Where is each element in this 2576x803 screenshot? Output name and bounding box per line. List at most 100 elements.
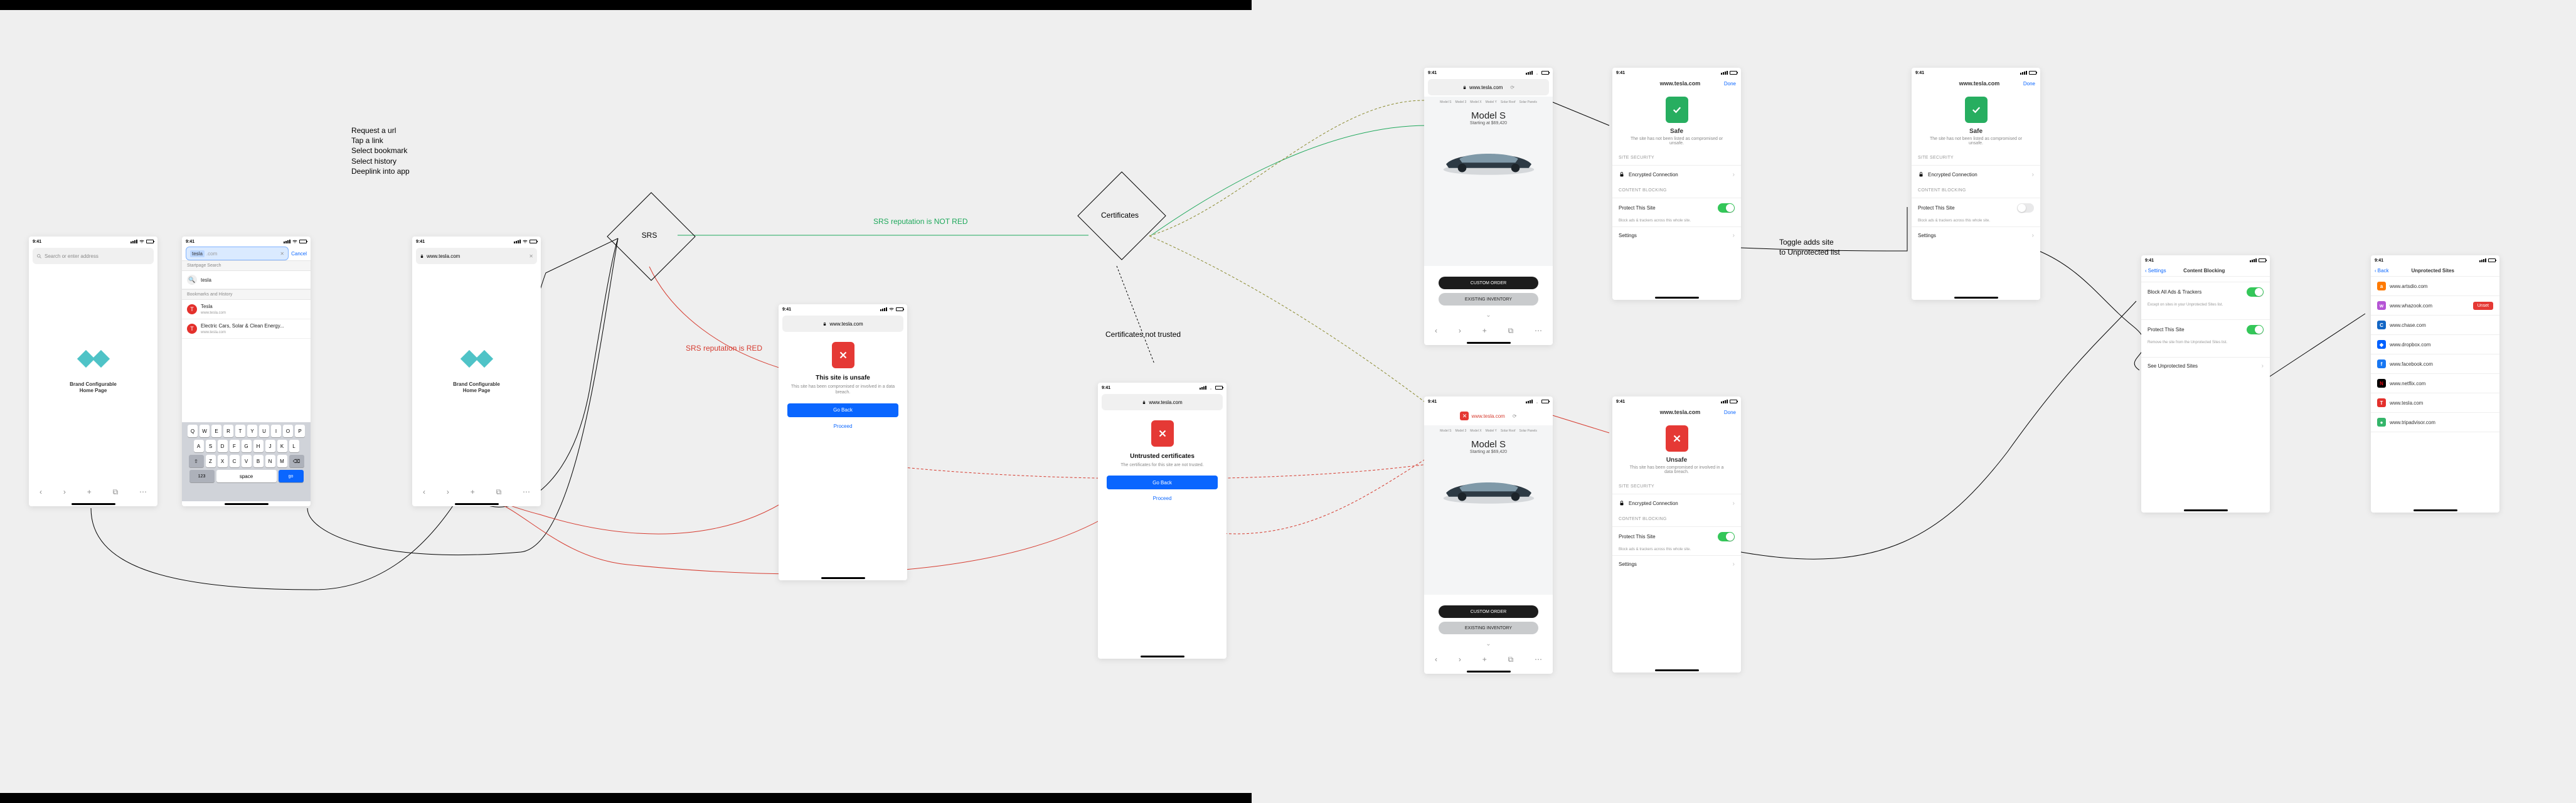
note-srs-not-red: SRS reputation is NOT RED	[873, 216, 968, 226]
site-row[interactable]: Cwww.chase.com	[2371, 316, 2499, 335]
url-bar[interactable]: www.tesla.com	[782, 316, 903, 332]
url-bar[interactable]: www.tesla.com ⟳	[1428, 79, 1549, 95]
cancel-button[interactable]: Cancel	[291, 251, 307, 257]
url-bar[interactable]: www.tesla.com	[1102, 394, 1223, 410]
nav-back[interactable]: ‹	[1435, 326, 1437, 335]
done-button[interactable]: Done	[1724, 81, 1736, 87]
cta-custom-order[interactable]: CUSTOM ORDER	[1439, 605, 1538, 618]
bottom-black-bar	[0, 793, 1252, 803]
status-time: 9:41	[186, 240, 194, 244]
site-row[interactable]: fwww.facebook.com	[2371, 354, 2499, 374]
cta-custom-order[interactable]: CUSTOM ORDER	[1439, 277, 1538, 289]
unprotected-title: Unprotected Sites	[2388, 268, 2477, 274]
settings-title: Content Blocking	[2166, 268, 2242, 274]
row-protect-site[interactable]: Protect This Site	[1612, 198, 1741, 218]
back-button[interactable]: ‹ Back	[2375, 268, 2388, 274]
url-bar[interactable]: www.tesla.com ✕	[416, 248, 537, 264]
row-protect-site[interactable]: Protect This Site	[1912, 198, 2040, 218]
row-encrypted[interactable]: Encrypted Connection ›	[1912, 165, 2040, 183]
wifi-icon	[139, 239, 144, 244]
cta-existing-inventory[interactable]: EXISTING INVENTORY	[1439, 622, 1538, 634]
site-row[interactable]: ◆www.dropbox.com	[2371, 335, 2499, 354]
nav-back[interactable]: ‹	[423, 487, 425, 496]
untrusted-title: Untrusted certificates	[1130, 453, 1195, 460]
note-srs-red: SRS reputation is RED	[686, 343, 762, 353]
screen-unprotected-sites: 9:41 ‹ Back Unprotected Sites awww.artsd…	[2371, 255, 2499, 513]
keyboard[interactable]: QWERTYUIOP ASDFGHJKL ⇧ ZXCVBNM ⌫ 123 spa…	[182, 422, 311, 501]
nav-add[interactable]: +	[1482, 326, 1487, 335]
nav-add[interactable]: +	[1482, 655, 1487, 664]
nav-tabs[interactable]: ⧉	[496, 487, 502, 497]
go-back-button[interactable]: Go Back	[1107, 476, 1218, 489]
nav-forward[interactable]: ›	[63, 487, 66, 496]
nav-tabs[interactable]: ⧉	[1508, 655, 1514, 664]
protect-this-toggle[interactable]	[2247, 325, 2264, 334]
note-cert-not-trusted: Certificates not trusted	[1105, 329, 1181, 339]
clear-icon[interactable]: ✕	[280, 251, 284, 257]
nav-back[interactable]: ‹	[40, 487, 42, 496]
site-row[interactable]: awww.artsdio.com	[2371, 277, 2499, 296]
site-row[interactable]: wwww.whazook.comUnset	[2371, 296, 2499, 316]
row-block-all[interactable]: Block All Ads & Trackers	[2141, 282, 2270, 302]
lock-icon	[1619, 171, 1625, 178]
car-title: Model S	[1424, 110, 1553, 121]
nav-tabs[interactable]: ⧉	[113, 487, 119, 497]
go-back-button[interactable]: Go Back	[787, 403, 898, 417]
done-button[interactable]: Done	[1724, 410, 1736, 415]
suggest-row[interactable]: 🔍 tesla	[182, 271, 311, 289]
screen-car-safe: 9:41 www.tesla.com ⟳ Model SModel 3Model…	[1424, 68, 1553, 345]
nav-forward[interactable]: ›	[447, 487, 449, 496]
reload-icon[interactable]: ⟳	[1510, 85, 1514, 90]
clear-icon[interactable]: ✕	[529, 253, 533, 259]
chevron-down-icon[interactable]: ⌄	[1486, 641, 1491, 647]
search-icon	[36, 253, 42, 259]
nav-forward[interactable]: ›	[1459, 326, 1461, 335]
url-bar[interactable]: Search or enter address	[33, 248, 154, 264]
reload-icon[interactable]: ⟳	[1513, 413, 1517, 419]
nav-tabs[interactable]: ⧉	[1508, 326, 1514, 336]
proceed-link[interactable]: Proceed	[1153, 496, 1172, 501]
row-settings[interactable]: Settings ›	[1612, 226, 1741, 244]
unset-button[interactable]: Unset	[2473, 302, 2493, 310]
cta-existing-inventory[interactable]: EXISTING INVENTORY	[1439, 293, 1538, 306]
nav-add[interactable]: +	[471, 487, 475, 496]
suggest-row[interactable]: T Electric Cars, Solar & Clean Energy...…	[182, 319, 311, 339]
screen-car-unsafe: 9:41 ✕ www.tesla.com ⟳ Model SModel 3Mod…	[1424, 396, 1553, 674]
protect-toggle[interactable]	[1718, 532, 1735, 541]
nav-more[interactable]: ⋯	[139, 487, 147, 496]
block-all-toggle[interactable]	[2247, 287, 2264, 297]
row-settings[interactable]: Settings ›	[1912, 226, 2040, 244]
nav-more[interactable]: ⋯	[1535, 326, 1542, 335]
chevron-down-icon[interactable]: ⌄	[1486, 312, 1491, 319]
protect-toggle[interactable]	[2017, 203, 2034, 213]
protect-toggle[interactable]	[1718, 203, 1735, 213]
row-encrypted[interactable]: Encrypted Connection ›	[1612, 494, 1741, 512]
shield-red-icon	[832, 342, 854, 368]
proceed-link[interactable]: Proceed	[834, 423, 853, 429]
suggest-row[interactable]: T Teslawww.tesla.com	[182, 300, 311, 319]
site-row[interactable]: Nwww.netflix.com	[2371, 374, 2499, 393]
home-caption: Brand ConfigurableHome Page	[70, 381, 117, 395]
url-bar-red[interactable]: ✕ www.tesla.com ⟳	[1428, 408, 1549, 424]
brand-logo	[461, 353, 492, 375]
nav-forward[interactable]: ›	[1459, 655, 1461, 664]
row-see-unprotected[interactable]: See Unprotected Sites ›	[2141, 357, 2270, 375]
chevron-right-icon: ›	[1733, 171, 1735, 178]
row-protect-this[interactable]: Protect This Site	[2141, 319, 2270, 339]
nav-add[interactable]: +	[87, 487, 92, 496]
row-settings[interactable]: Settings ›	[1612, 555, 1741, 573]
unsafe-title: This site is unsafe	[816, 375, 870, 381]
done-button[interactable]: Done	[2023, 81, 2035, 87]
site-row[interactable]: Twww.tesla.com	[2371, 393, 2499, 413]
row-encrypted[interactable]: Encrypted Connection ›	[1612, 165, 1741, 183]
back-button[interactable]: ‹ Settings	[2145, 268, 2166, 274]
site-row[interactable]: ●www.tripadvisor.com	[2371, 413, 2499, 432]
panel-unsafe-sub: This site has been compromised or involv…	[1625, 465, 1728, 474]
row-protect-site[interactable]: Protect This Site	[1612, 526, 1741, 546]
lock-icon	[420, 253, 424, 259]
panel-url: www.tesla.com	[1660, 80, 1701, 87]
nav-back[interactable]: ‹	[1435, 655, 1437, 664]
url-bar-active[interactable]: tesla .com ✕	[186, 247, 289, 260]
nav-more[interactable]: ⋯	[523, 487, 530, 496]
nav-more[interactable]: ⋯	[1535, 655, 1542, 664]
